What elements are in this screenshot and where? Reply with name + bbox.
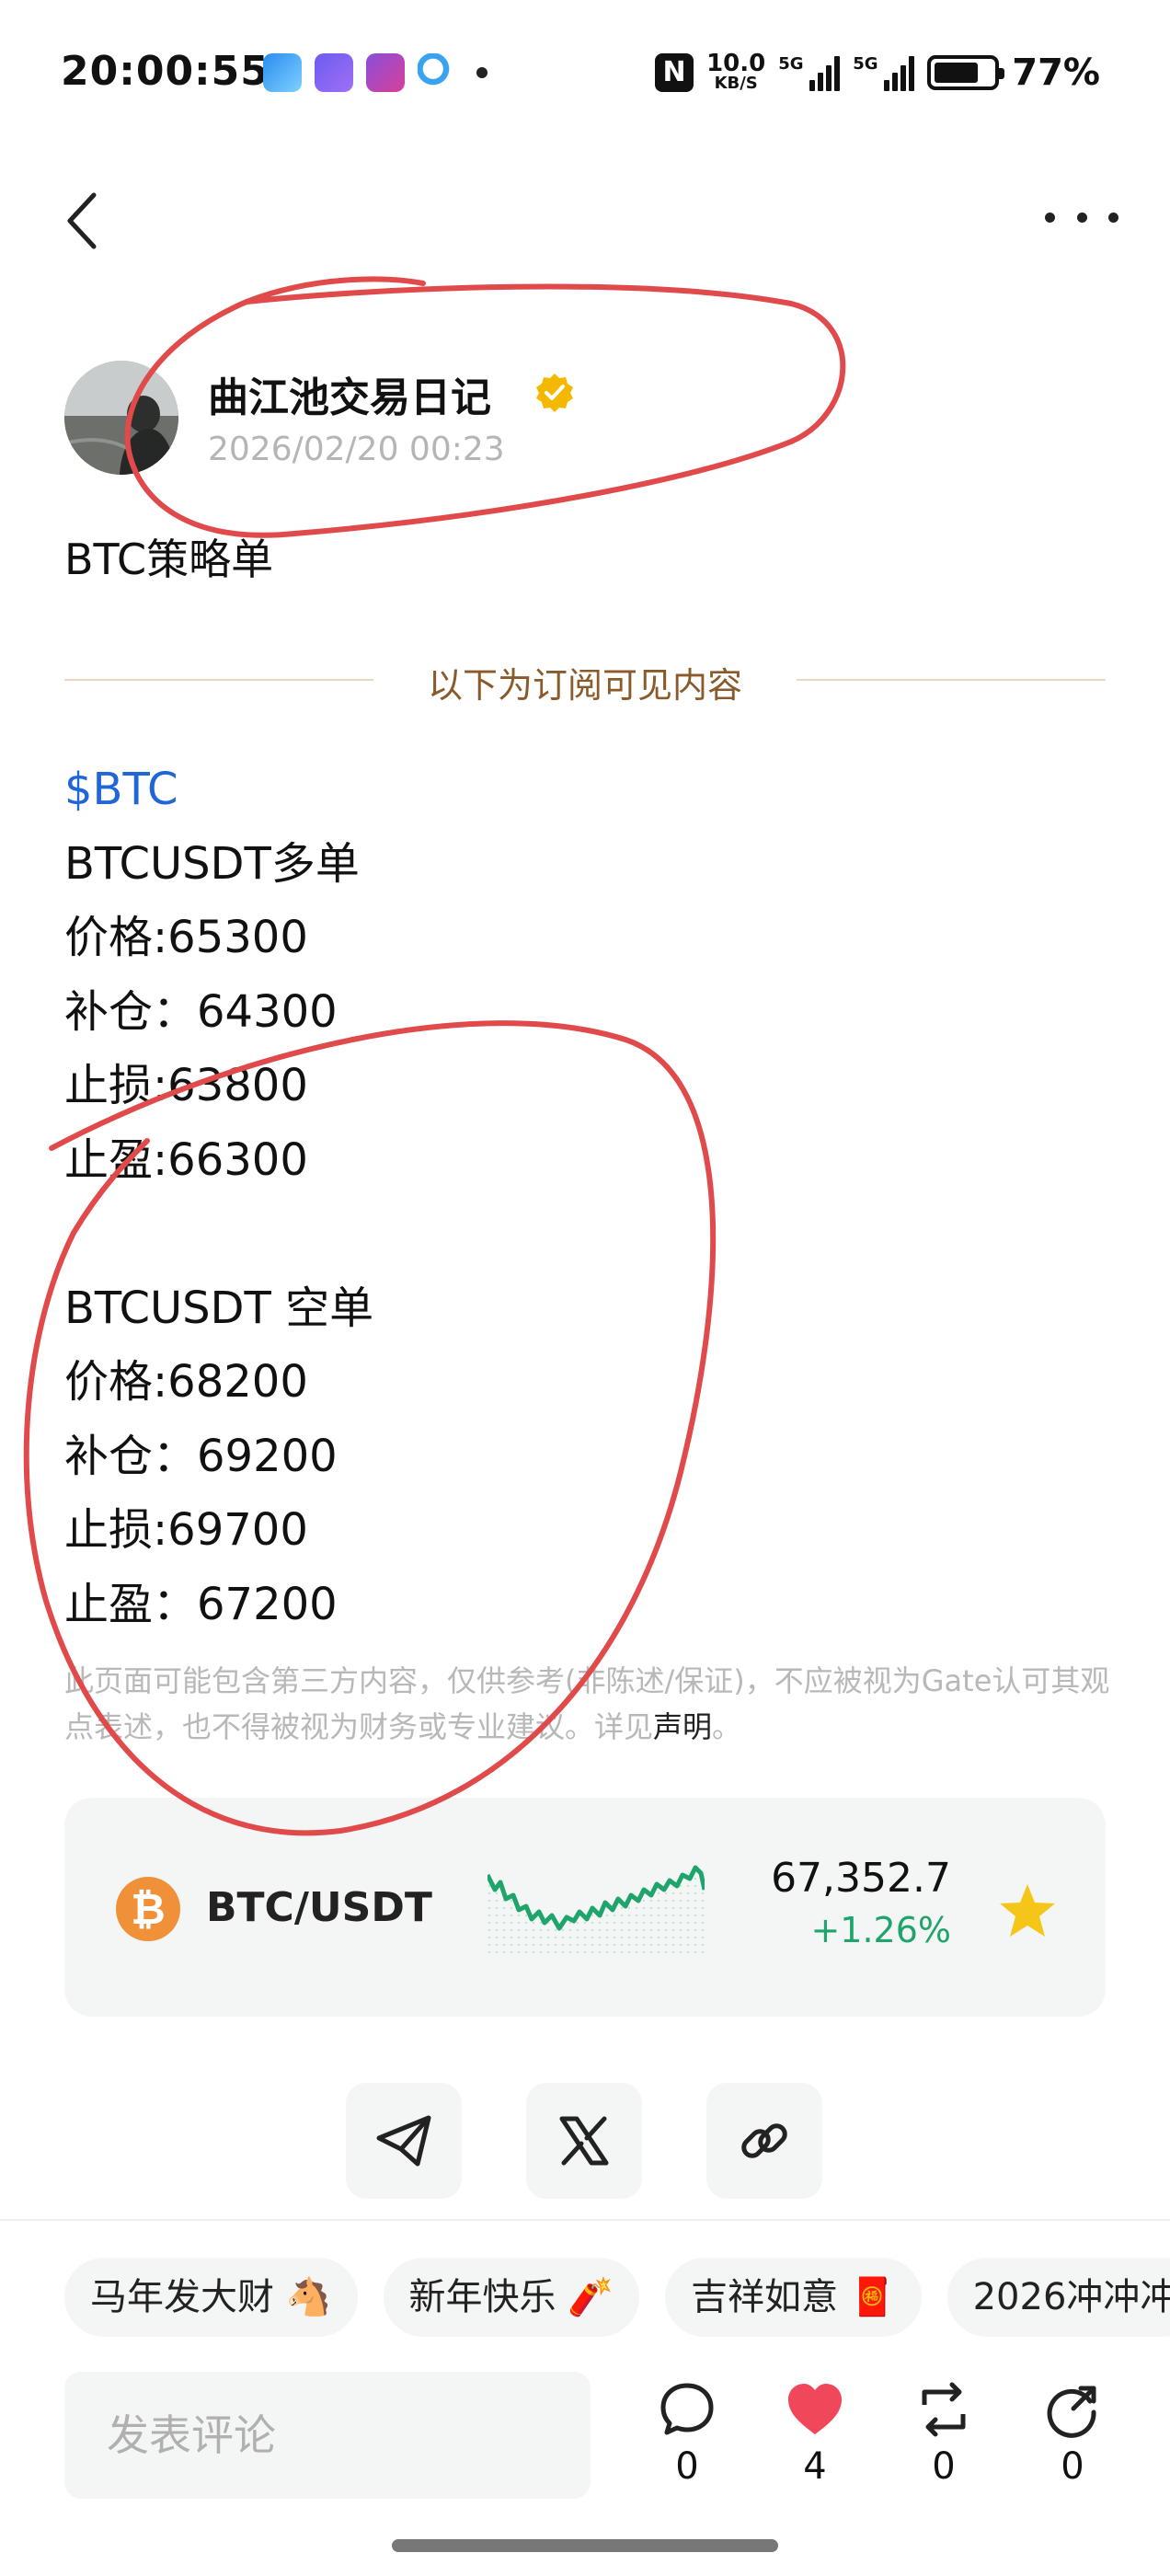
network-speed-unit: KB/S [714,74,758,93]
status-bar: 20:00:55 N 10.0 KB/S 5G 5G 77% [0,0,1170,147]
ticker-change: +1.26% [810,1910,951,1950]
link-icon [741,2123,787,2158]
hashtag-chip[interactable]: 吉祥如意 🧧 [665,2258,922,2337]
verified-badge-icon [536,374,573,412]
signal-label-2: 5G [853,54,878,74]
coin-tag-link[interactable]: $BTC [64,753,1113,827]
section-divider [0,2219,1170,2221]
post-body: $BTC BTCUSDT多单 价格:65300 补仓：64300 止损:6380… [64,753,1113,1641]
body-line: 止损:63800 [64,1060,308,1111]
nfc-icon: N [655,53,694,92]
hashtag-chip[interactable]: 2026冲冲冲 [946,2258,1170,2337]
comment-bubble-icon [660,2383,714,2435]
sticker-app-icon [366,53,405,92]
author-avatar[interactable] [64,361,178,475]
more-dot-icon [1108,212,1118,223]
hashtag-chip[interactable]: 马年发大财 🐴 [64,2258,358,2337]
app-notification-icon [263,53,302,92]
comment-input[interactable]: 发表评论 [64,2372,591,2499]
bitcoin-icon: ₿ [116,1877,180,1941]
network-speed-value: 10.0 [706,50,766,77]
repost-count: 0 [932,2445,956,2488]
ticker-card[interactable]: ₿ BTC/USDT 67,352.7 +1.26% [64,1798,1106,2017]
telegram-icon [376,2115,431,2167]
repost-button[interactable]: 0 [907,2381,981,2488]
share-button[interactable]: 0 [1036,2381,1109,2488]
like-button[interactable]: 4 [778,2381,852,2488]
heart-icon [788,2384,842,2434]
notification-icons [263,53,488,92]
comment-count: 0 [675,2445,699,2488]
back-button[interactable] [57,184,112,258]
telegram-share-button[interactable] [346,2083,462,2199]
home-indicator[interactable] [392,2539,778,2552]
more-notifications-dot [476,67,488,78]
copy-link-button[interactable] [706,2083,822,2199]
post-timestamp: 2026/02/20 00:23 [208,431,505,468]
comment-button[interactable]: 0 [650,2381,724,2488]
body-line: BTCUSDT多单 [64,837,360,890]
ticker-price: 67,352.7 [771,1855,951,1902]
share-arrow-icon [1047,2386,1096,2438]
repost-icon [922,2382,966,2437]
disclaimer-end: 。 [712,1709,742,1744]
signal-icon-2: 5G [853,54,915,91]
more-options-button[interactable] [1045,190,1118,245]
body-line: 止损:69700 [64,1504,308,1556]
disclaimer: 此页面可能包含第三方内容，仅供参考(非陈述/保证)，不应被视为Gate认可其观点… [64,1658,1113,1750]
body-line [64,1197,1113,1271]
subscriber-divider-label: 以下为订阅可见内容 [427,665,742,706]
chevron-left-icon [67,192,97,249]
body-line: 补仓：64300 [64,985,338,1038]
star-icon[interactable] [997,1882,1058,1939]
more-dot-icon [1076,212,1087,223]
disclaimer-text: 此页面可能包含第三方内容，仅供参考(非陈述/保证)，不应被视为Gate认可其观点… [64,1663,1110,1744]
chat-app-icon [418,53,456,92]
status-time: 20:00:55 [61,48,270,95]
body-line: 止盈：67200 [64,1578,338,1630]
network-speed: 10.0 KB/S [706,52,765,93]
body-line: BTCUSDT 空单 [64,1282,374,1334]
body-line: 补仓：69200 [64,1430,338,1482]
body-line: 止盈:66300 [64,1133,308,1186]
more-dot-icon [1045,212,1055,223]
share-count: 0 [1061,2445,1084,2488]
author-name[interactable]: 曲江池交易日记 [208,364,491,423]
like-count: 4 [803,2445,827,2488]
post-title: BTC策略单 [64,535,274,584]
signal-icon: 5G [778,54,841,91]
x-icon [559,2116,609,2166]
battery-icon [927,55,1005,90]
disclaimer-link[interactable]: 声明 [653,1709,712,1744]
body-line: 价格:65300 [64,912,308,963]
battery-percent: 77% [1012,52,1100,94]
x-share-button[interactable] [526,2083,642,2199]
hashtag-list: 马年发大财 🐴 新年快乐 🧨 吉祥如意 🧧 2026冲冲冲 [64,2258,1170,2337]
subscriber-divider: 以下为订阅可见内容 [64,657,1106,706]
shield-app-icon [315,53,353,92]
signal-label: 5G [778,54,804,74]
ticker-pair: BTC/USDT [206,1884,432,1931]
body-line: 价格:68200 [64,1356,308,1408]
share-buttons [346,2083,822,2199]
price-sparkline [488,1865,705,1958]
hashtag-chip[interactable]: 新年快乐 🧨 [383,2258,640,2337]
avatar-image [64,361,178,475]
